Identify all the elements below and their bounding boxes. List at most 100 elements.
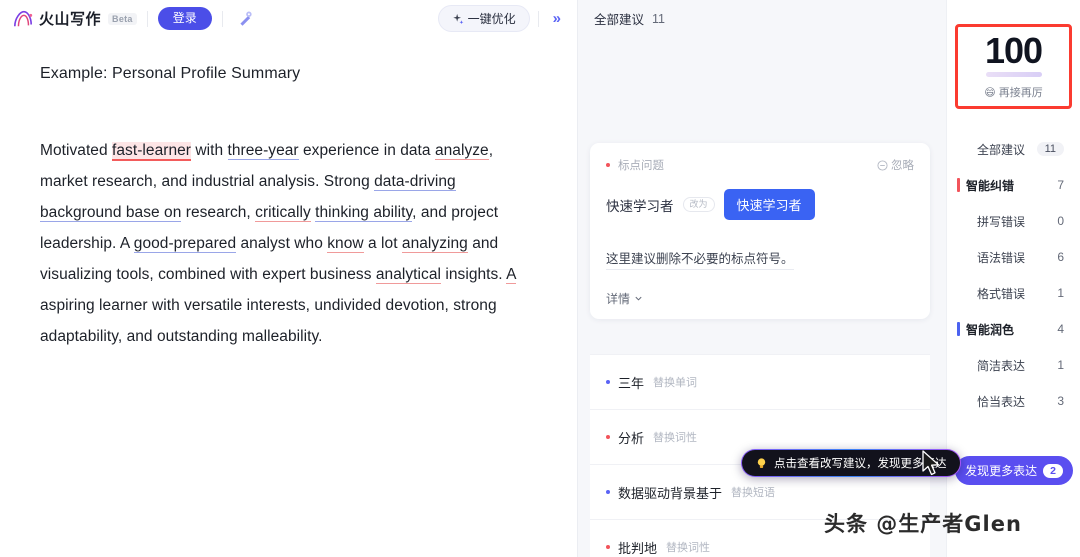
suggestion-word: 分析 — [618, 430, 645, 446]
suggestions-list[interactable]: 标点问题 忽略 快速学习者 改为 快速学习者 这里建议删除不必要的标点符号。 详… — [578, 37, 946, 557]
suggestions-header: 全部建议 11 — [578, 0, 946, 37]
stat-row-2[interactable]: 拼写错误 0 — [947, 203, 1080, 239]
stat-category-bar — [957, 322, 960, 336]
toolbar-divider-3 — [537, 10, 539, 27]
ignore-button[interactable]: 忽略 — [877, 157, 914, 173]
stat-row-3[interactable]: 语法错误 6 — [947, 239, 1080, 275]
suggestion-kind-label: 标点问题 — [618, 160, 664, 172]
stat-label: 格式错误 — [977, 286, 1026, 301]
suggestion-type-dot — [606, 435, 610, 439]
document-text-span: analyst who — [236, 235, 328, 252]
document-text-span: experience in data — [298, 142, 435, 159]
document-text-span: aspiring learner with versatile interest… — [40, 297, 497, 345]
stat-label: 语法错误 — [977, 250, 1026, 265]
apply-replacement-button[interactable]: 快速学习者 — [723, 189, 815, 220]
suggestion-card[interactable]: 标点问题 忽略 快速学习者 改为 快速学习者 这里建议删除不必要的标点符号。 详… — [590, 143, 930, 319]
document-marked-span[interactable]: know — [327, 235, 364, 253]
stat-label: 拼写错误 — [977, 214, 1026, 229]
ignore-label: 忽略 — [891, 160, 914, 172]
editor-toolbar: 火山写作 Beta 登录 一键优化 » — [0, 0, 577, 37]
stat-label: 全部建议 — [977, 142, 1026, 157]
toolbar-right-group: 一键优化 » — [437, 5, 567, 32]
document-paragraph[interactable]: Motivated fast-learner with three-year e… — [40, 135, 537, 352]
document-marked-span[interactable]: three-year — [227, 142, 299, 160]
stat-label: 智能润色 — [966, 322, 1015, 337]
stat-category-bar — [957, 178, 960, 192]
stat-label: 恰当表达 — [977, 394, 1026, 409]
suggestion-tag: 替换单词 — [653, 377, 698, 389]
suggestion-type-dot — [606, 545, 610, 549]
chevron-down-icon — [635, 296, 642, 301]
optimize-label: 一键优化 — [467, 12, 516, 26]
brand: 火山写作 Beta — [12, 8, 137, 29]
suggestion-card-header: 标点问题 忽略 — [606, 157, 914, 173]
document-marked-span[interactable]: fast-learner — [112, 142, 192, 161]
stat-count: 0 — [1057, 214, 1064, 228]
stat-count: 1 — [1057, 286, 1064, 300]
grin-emoji: 😄 — [984, 86, 996, 99]
suggestion-row-0[interactable]: 三年 替换单词 — [590, 354, 930, 409]
stat-label: 简洁表达 — [977, 358, 1026, 373]
beta-badge: Beta — [108, 12, 137, 25]
toolbar-divider-2 — [221, 10, 223, 27]
watermark: 头条 @生产者Glen — [824, 512, 1022, 536]
stat-row-5[interactable]: 智能润色 4 — [947, 311, 1080, 347]
document-text-span: insights. — [441, 266, 507, 283]
stats-list: 全部建议 11 智能纠错 7 拼写错误 0 语法错误 6 格式错误 1 智能润色 4 简洁表达 1 恰当表达… — [947, 131, 1080, 419]
one-click-optimize-button[interactable]: 一键优化 — [437, 5, 530, 32]
document-marked-span[interactable]: thinking ability — [315, 204, 413, 222]
suggestion-word: 数据驱动背景基于 — [618, 485, 723, 501]
stat-row-7[interactable]: 恰当表达 3 — [947, 383, 1080, 419]
suggestion-word: 三年 — [618, 375, 645, 391]
stat-row-6[interactable]: 简洁表达 1 — [947, 347, 1080, 383]
toolbar-divider-1 — [146, 10, 148, 27]
suggestion-explanation: 这里建议删除不必要的标点符号。 — [606, 248, 794, 270]
score-caption: 😄 再接再厉 — [984, 84, 1042, 100]
score-value: 100 — [984, 30, 1043, 71]
replacement-row: 快速学习者 改为 快速学习者 — [606, 189, 914, 220]
document-marked-span[interactable]: analyzing — [401, 235, 468, 253]
discover-more-label: 发现更多表达 — [965, 464, 1038, 478]
editor-pane: 火山写作 Beta 登录 一键优化 » Example: Personal Pr… — [0, 0, 578, 557]
document-text-span: a lot — [363, 235, 402, 252]
document-marked-span[interactable]: critically — [255, 204, 311, 222]
suggestions-header-title: 全部建议 — [594, 13, 645, 27]
document-marked-span[interactable]: A — [506, 266, 516, 284]
minus-circle-icon — [877, 159, 888, 171]
document-marked-span[interactable]: analytical — [375, 266, 441, 284]
stat-count: 7 — [1057, 178, 1064, 192]
app-root: 火山写作 Beta 登录 一键优化 » Example: Personal Pr… — [0, 0, 1080, 557]
details-toggle[interactable]: 详情 — [606, 290, 914, 307]
brand-name: 火山写作 — [39, 11, 102, 28]
login-button[interactable]: 登录 — [157, 7, 212, 30]
suggestion-type-dot — [606, 163, 610, 167]
suggestion-tag: 替换词性 — [653, 432, 698, 444]
stat-count: 1 — [1057, 358, 1064, 372]
original-text: 快速学习者 — [606, 198, 674, 214]
change-to-label: 改为 — [682, 196, 715, 213]
score-underline-decoration — [985, 72, 1042, 77]
sparkle-icon — [452, 13, 464, 24]
document-text-span: Motivated — [40, 142, 113, 159]
discover-more-button[interactable]: 发现更多表达 2 — [955, 456, 1073, 485]
double-chevron-right-icon[interactable]: » — [547, 8, 567, 29]
document-marked-span[interactable]: analyze — [434, 142, 489, 160]
document-marked-span[interactable]: good-prepared — [133, 235, 237, 253]
document-body[interactable]: Example: Personal Profile Summary Motiva… — [0, 37, 577, 352]
stat-label: 智能纠错 — [966, 178, 1015, 193]
magic-wand-icon[interactable] — [233, 6, 259, 32]
document-text-span: with — [191, 142, 228, 159]
mouse-cursor-icon — [922, 450, 940, 476]
document-text-span: research, — [181, 204, 256, 221]
stat-count: 6 — [1057, 250, 1064, 264]
lightbulb-icon — [757, 457, 766, 468]
volcano-logo-icon — [14, 10, 33, 26]
suggestions-header-count: 11 — [652, 11, 665, 26]
stat-row-0[interactable]: 全部建议 11 — [947, 131, 1080, 167]
stat-count: 4 — [1057, 322, 1064, 336]
stat-row-1[interactable]: 智能纠错 7 — [947, 167, 1080, 203]
stat-row-4[interactable]: 格式错误 1 — [947, 275, 1080, 311]
suggestion-tag: 替换词性 — [666, 542, 711, 554]
score-box: 100 😄 再接再厉 — [955, 24, 1072, 109]
suggestion-word: 批判地 — [618, 540, 658, 556]
